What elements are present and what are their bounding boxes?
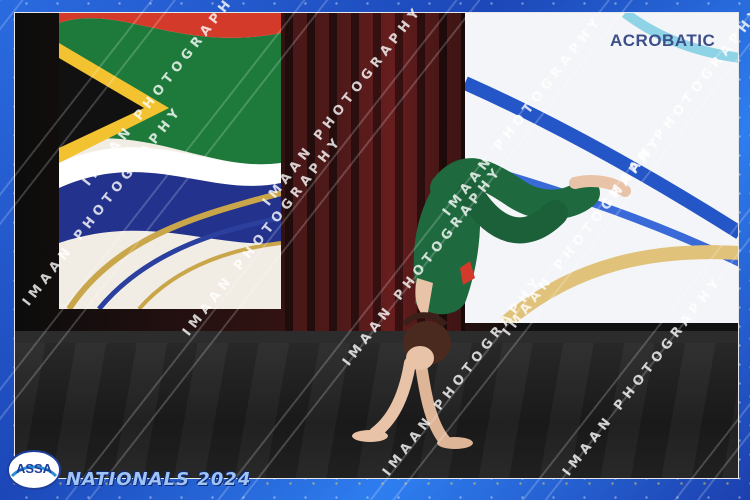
- photo: ACROBATIC: [14, 12, 739, 479]
- footer-title: NATIONALS 2024: [66, 469, 252, 490]
- assa-logo: ASSA: [7, 450, 61, 490]
- gymnast-handstand-figure: [352, 158, 631, 449]
- logo-lettering: ASSA: [16, 461, 53, 476]
